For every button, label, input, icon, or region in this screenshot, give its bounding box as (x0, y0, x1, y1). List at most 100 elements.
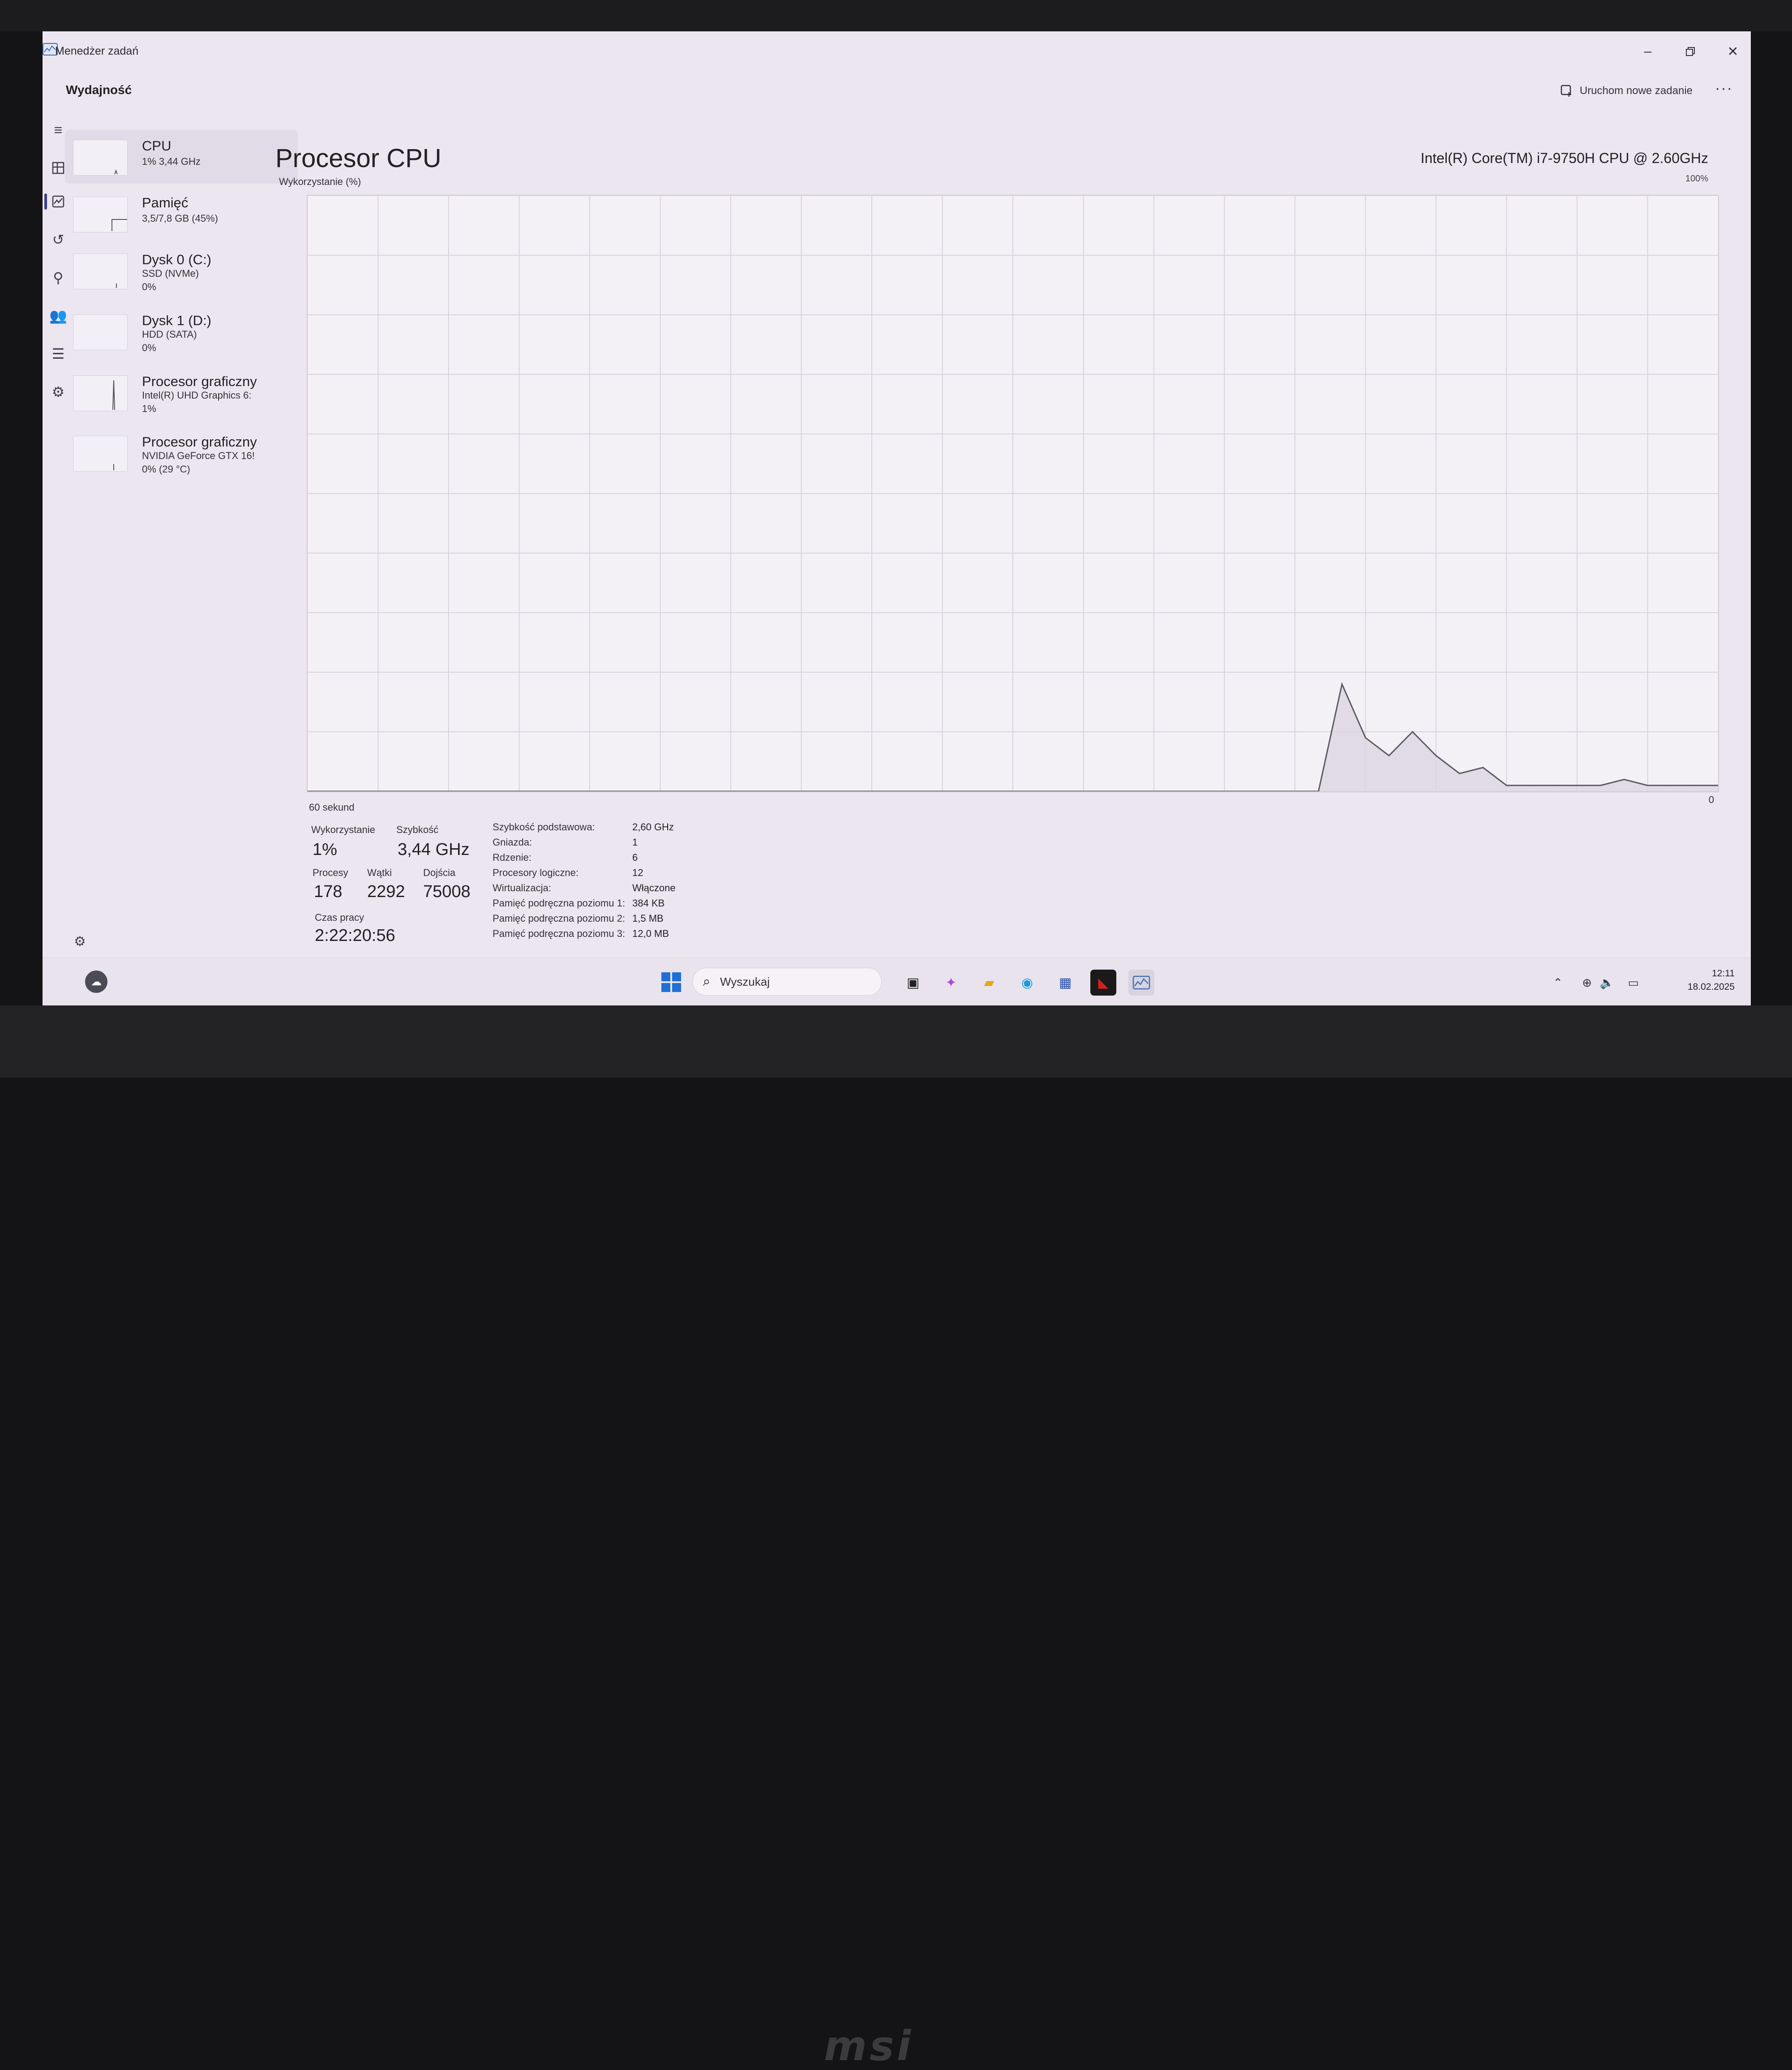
memory-thumbnail-graph (73, 197, 128, 232)
spec-base-speed-value: 2,60 GHz (632, 821, 674, 833)
spec-l1-cache-label: Pamięć podręczna poziomu 1: (493, 898, 625, 909)
cpu-usage-point (1341, 683, 1343, 685)
cpu-thumbnail-graph (73, 140, 128, 176)
utilization-label: Wykorzystanie (311, 824, 375, 835)
sidebar-item-detail: 3,5/7,8 GB (45%) (142, 213, 218, 224)
msi-center-icon[interactable]: ◣ (1090, 970, 1116, 996)
spec-logical-processors-label: Procesory logiczne: (493, 867, 579, 878)
sidebar-item-gpu-1[interactable]: Procesor graficzny NVIDIA GeForce GTX 16… (65, 426, 298, 480)
cpu-model-name: Intel(R) Core(TM) i7-9750H CPU @ 2.60GHz (1420, 150, 1708, 166)
task-manager-taskbar-icon[interactable] (1128, 970, 1154, 996)
cpu-usage-graph (307, 195, 1719, 792)
cpu-usage-point (1365, 737, 1366, 739)
sidebar-item-detail: NVIDIA GeForce GTX 16! (142, 450, 255, 461)
spec-l3-cache-label: Pamięć podręczna poziomu 3: (493, 928, 625, 939)
cpu-usage-point (1553, 785, 1554, 786)
spec-cores-value: 6 (632, 852, 638, 863)
sidebar-item-cpu[interactable]: CPU 1% 3,44 GHz (65, 130, 298, 184)
speed-value: 3,44 GHz (398, 840, 470, 859)
cpu-usage-point (1600, 785, 1601, 786)
speed-label: Szybkość (396, 824, 439, 835)
spec-logical-processors-value: 12 (632, 867, 643, 878)
handles-value: 75008 (423, 882, 471, 901)
windows-start-icon[interactable] (660, 971, 682, 993)
search-placeholder: Wyszukaj (720, 975, 770, 988)
disk-1-thumbnail-graph (73, 314, 128, 350)
spec-base-speed-label: Szybkość podstawowa: (493, 821, 595, 833)
sidebar-item-usage: 0% (142, 281, 156, 292)
cpu-usage-point (1435, 755, 1437, 756)
file-explorer-icon[interactable]: ▰ (976, 970, 1002, 996)
sidebar-item-detail: Intel(R) UHD Graphics 6: (142, 390, 252, 401)
window-title: Menedżer zadań (55, 45, 139, 57)
battery-icon[interactable]: ▭ (1628, 976, 1639, 990)
microsoft-store-icon[interactable]: ▦ (1052, 970, 1078, 996)
sidebar-item-detail: SSD (NVMe) (142, 268, 199, 279)
search-icon: ⌕ (703, 974, 711, 989)
screen: Menedżer zadań – ✕ ≡ ↺ ⚲ 👥 ☰ ⚙ Wydajność… (43, 31, 1751, 1007)
edge-browser-icon[interactable]: ◉ (1014, 970, 1040, 996)
handles-label: Dojścia (423, 867, 456, 878)
sidebar-item-gpu-0[interactable]: Procesor graficzny Intel(R) UHD Graphics… (65, 365, 298, 419)
laptop-bezel-bottom: msi (0, 1005, 1792, 2070)
maximize-button[interactable] (1672, 36, 1708, 67)
cpu-usage-point (1482, 767, 1484, 769)
sidebar-item-label: Procesor graficzny (142, 434, 257, 450)
page-header: Wydajność Uruchom nowe zadanie ··· (66, 76, 1751, 116)
sidebar-item-memory[interactable]: Pamięć 3,5/7,8 GB (45%) (65, 187, 298, 240)
sidebar-item-label: Procesor graficzny (142, 374, 257, 389)
cpu-usage-point (1670, 785, 1672, 786)
cpu-usage-chart (308, 196, 1718, 791)
minimize-button[interactable]: – (1630, 36, 1666, 67)
spec-sockets-label: Gniazda: (493, 837, 532, 848)
sidebar-item-label: Pamięć (142, 195, 189, 210)
cpu-usage-point (1623, 778, 1625, 780)
laptop-bezel-top (0, 0, 1792, 31)
processes-label: Procesy (313, 867, 348, 878)
sidebar-item-label: Dysk 1 (D:) (142, 313, 211, 328)
cpu-usage-point (1647, 785, 1648, 786)
spec-l2-cache-value: 1,5 MB (632, 913, 664, 924)
title-bar: Menedżer zadań – ✕ (43, 31, 1751, 76)
clock-time: 12:11 (1712, 968, 1735, 979)
sidebar-item-disk-0[interactable]: Dysk 0 (C:) SSD (NVMe) 0% (65, 244, 298, 297)
cpu-usage-point (1412, 731, 1413, 733)
volume-icon[interactable]: 🔈 (1600, 976, 1614, 990)
threads-value: 2292 (367, 882, 405, 901)
widgets-icon[interactable]: ☁ (85, 971, 107, 993)
restore-icon (1686, 47, 1695, 56)
sidebar-item-disk-1[interactable]: Dysk 1 (D:) HDD (SATA) 0% (65, 305, 298, 358)
run-new-task-button[interactable]: Uruchom nowe zadanie (1560, 84, 1693, 98)
graph-x-left-label: 60 sekund (309, 802, 355, 813)
taskbar-search-box[interactable]: ⌕ Wyszukaj (693, 968, 882, 996)
copilot-icon[interactable]: ✦ (938, 970, 964, 996)
spec-virtualization-label: Wirtualizacja: (493, 882, 551, 893)
language-icon[interactable]: ⊕ (1582, 976, 1592, 990)
clock-date: 18.02.2025 (1687, 982, 1735, 992)
spec-l3-cache-value: 12,0 MB (632, 928, 669, 939)
settings-gear-icon[interactable]: ⚙ (74, 934, 86, 949)
cpu-usage-point (1694, 785, 1695, 786)
gpu-0-thumbnail-graph (73, 375, 128, 411)
cpu-usage-point (1459, 773, 1460, 774)
processes-value: 178 (314, 882, 343, 901)
show-hidden-icons-icon[interactable]: ⌃ (1553, 976, 1563, 990)
graph-max-label: 100% (1685, 174, 1708, 184)
sidebar-item-detail: 1% 3,44 GHz (142, 156, 201, 167)
more-options-button[interactable]: ··· (1715, 80, 1733, 97)
cpu-usage-point (1529, 785, 1531, 786)
laptop-brand-logo: msi (824, 2022, 914, 2070)
sidebar-item-usage: 0% (142, 342, 156, 353)
sidebar-item-usage: 0% (29 °C) (142, 464, 190, 475)
cpu-usage-point (1388, 755, 1390, 756)
task-view-icon[interactable]: ▣ (900, 970, 926, 996)
cpu-usage-point (1506, 785, 1507, 786)
taskbar-clock[interactable]: 12:11 18.02.2025 (1688, 967, 1735, 994)
run-new-task-label: Uruchom nowe zadanie (1579, 85, 1693, 97)
disk-0-thumbnail-graph (73, 253, 128, 289)
cpu-usage-point (1576, 785, 1578, 786)
close-button[interactable]: ✕ (1715, 36, 1751, 67)
section-title: Procesor CPU (275, 144, 442, 173)
sidebar-item-label: CPU (142, 138, 171, 154)
uptime-value: 2:22:20:56 (315, 926, 395, 945)
